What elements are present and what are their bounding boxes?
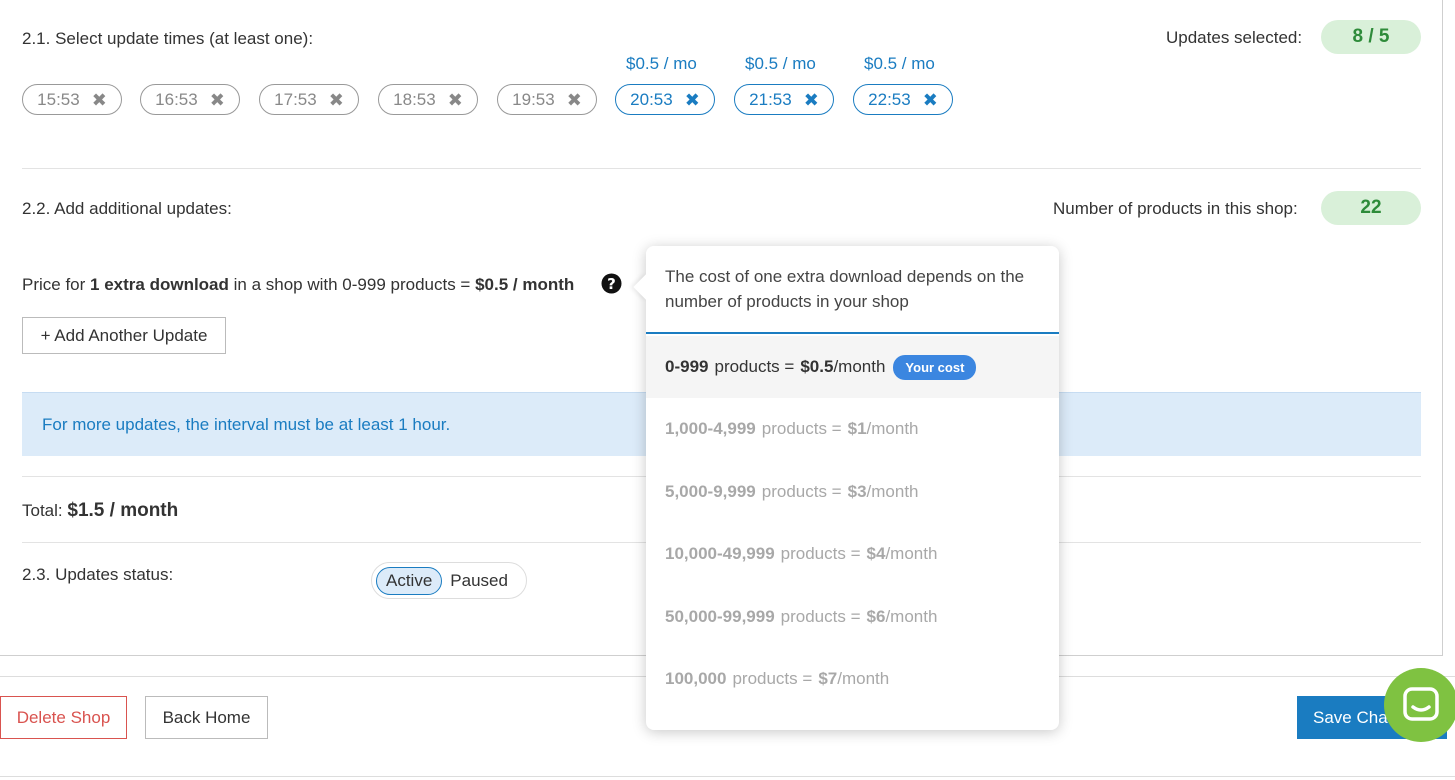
tier-range: 50,000-99,999 bbox=[665, 607, 775, 626]
time-chip-paid[interactable]: 21:53 ✖ bbox=[734, 84, 834, 115]
pricing-tier: 100,000 products = $7/month bbox=[646, 648, 1059, 710]
time-chip[interactable]: 18:53 ✖ bbox=[378, 84, 478, 115]
remove-icon[interactable]: ✖ bbox=[329, 91, 344, 109]
tier-price: $7 bbox=[818, 669, 838, 688]
tier-range: 100,000 bbox=[665, 669, 727, 688]
time-chip-label: 19:53 bbox=[512, 89, 555, 109]
popover-description: The cost of one extra download depends o… bbox=[646, 246, 1059, 334]
back-home-button[interactable]: Back Home bbox=[145, 696, 268, 739]
remove-icon[interactable]: ✖ bbox=[567, 91, 582, 109]
time-chip-label: 15:53 bbox=[37, 89, 80, 109]
chat-launcher-button[interactable] bbox=[1384, 668, 1455, 742]
tier-products-word: products = bbox=[761, 419, 842, 438]
price-text-bold: 1 extra download bbox=[90, 275, 229, 294]
pricing-tier: 50,000-99,999 products = $6/month bbox=[646, 586, 1059, 648]
tier-per-month: /month bbox=[837, 669, 890, 688]
add-update-button[interactable]: + Add Another Update bbox=[22, 317, 226, 354]
chip-price-label: $0.5 / mo bbox=[745, 54, 816, 73]
tier-price: $4 bbox=[866, 544, 886, 563]
tier-per-month: /month bbox=[866, 482, 919, 501]
total-value: $1.5 / month bbox=[67, 500, 179, 521]
divider bbox=[22, 168, 1421, 169]
price-text: in a shop with 0-999 products = bbox=[228, 275, 476, 294]
price-text: Price for bbox=[22, 275, 91, 294]
tier-products-word: products = bbox=[714, 357, 795, 376]
info-alert-text: For more updates, the interval must be a… bbox=[42, 414, 451, 434]
time-chip-paid[interactable]: 22:53 ✖ bbox=[853, 84, 953, 115]
tier-price: $3 bbox=[847, 482, 867, 501]
chip-price-label: $0.5 / mo bbox=[626, 54, 697, 73]
time-chip-label: 18:53 bbox=[393, 89, 436, 109]
tier-per-month: /month bbox=[833, 357, 886, 376]
total-label: Total: bbox=[22, 501, 63, 520]
pricing-tier: 0-999 products = $0.5/month Your cost bbox=[646, 336, 1059, 398]
footer-bottom-divider bbox=[0, 776, 1455, 777]
status-toggle[interactable]: Active Paused bbox=[371, 562, 527, 599]
remove-icon[interactable]: ✖ bbox=[448, 91, 463, 109]
status-option-active[interactable]: Active bbox=[376, 566, 443, 595]
products-count-value: 22 bbox=[1321, 191, 1421, 225]
time-chip-label: 17:53 bbox=[274, 89, 317, 109]
remove-icon[interactable]: ✖ bbox=[685, 91, 700, 109]
tier-products-word: products = bbox=[780, 607, 861, 626]
pricing-popover: The cost of one extra download depends o… bbox=[633, 246, 1059, 730]
tier-range: 5,000-9,999 bbox=[665, 482, 756, 501]
tier-products-word: products = bbox=[780, 544, 861, 563]
time-chip[interactable]: 16:53 ✖ bbox=[140, 84, 240, 115]
extra-download-price: Price for 1 extra download in a shop wit… bbox=[22, 275, 574, 295]
time-chip[interactable]: 15:53 ✖ bbox=[22, 84, 122, 115]
remove-icon[interactable]: ✖ bbox=[210, 91, 225, 109]
help-icon[interactable]: ? bbox=[601, 273, 622, 294]
total-row: Total: $1.5 / month bbox=[22, 500, 178, 522]
products-count-label: Number of products in this shop: bbox=[1053, 199, 1298, 218]
tier-range: 0-999 bbox=[665, 357, 709, 376]
svg-text:?: ? bbox=[607, 275, 616, 293]
time-chip-label: 20:53 bbox=[630, 89, 673, 109]
time-chip-label: 16:53 bbox=[155, 89, 198, 109]
tier-per-month: /month bbox=[885, 607, 938, 626]
tier-range: 10,000-49,999 bbox=[665, 544, 775, 563]
chip-price-label: $0.5 / mo bbox=[864, 54, 935, 73]
tier-price: $6 bbox=[866, 607, 886, 626]
remove-icon[interactable]: ✖ bbox=[92, 91, 107, 109]
update-times-label: 2.1. Select update times (at least one): bbox=[22, 29, 314, 48]
tier-products-word: products = bbox=[732, 669, 813, 688]
remove-icon[interactable]: ✖ bbox=[804, 91, 819, 109]
additional-updates-label: 2.2. Add additional updates: bbox=[22, 199, 232, 218]
pricing-tier: 10,000-49,999 products = $4/month bbox=[646, 523, 1059, 585]
time-chip-label: 22:53 bbox=[868, 89, 911, 109]
updates-selected-label: Updates selected: bbox=[1166, 28, 1303, 47]
remove-icon[interactable]: ✖ bbox=[923, 91, 938, 109]
pricing-tier: 5,000-9,999 products = $3/month bbox=[646, 461, 1059, 523]
time-chip[interactable]: 17:53 ✖ bbox=[259, 84, 359, 115]
time-chip-paid[interactable]: 20:53 ✖ bbox=[615, 84, 715, 115]
price-value: $0.5 / month bbox=[475, 275, 575, 294]
updates-selected-count: 8 / 5 bbox=[1321, 20, 1421, 54]
tier-per-month: /month bbox=[885, 544, 938, 563]
status-option-paused[interactable]: Paused bbox=[450, 571, 508, 591]
tier-per-month: /month bbox=[866, 419, 919, 438]
delete-shop-button[interactable]: Delete Shop bbox=[0, 696, 127, 739]
tier-price: $1 bbox=[847, 419, 867, 438]
time-chip[interactable]: 19:53 ✖ bbox=[497, 84, 597, 115]
time-chip-label: 21:53 bbox=[749, 89, 792, 109]
updates-status-label: 2.3. Updates status: bbox=[22, 565, 174, 584]
pricing-tier: 1,000-4,999 products = $1/month bbox=[646, 398, 1059, 460]
chat-icon bbox=[1403, 687, 1439, 721]
tier-price: $0.5 bbox=[800, 357, 834, 376]
your-cost-badge: Your cost bbox=[893, 354, 977, 380]
tier-products-word: products = bbox=[761, 482, 842, 501]
tier-range: 1,000-4,999 bbox=[665, 419, 756, 438]
